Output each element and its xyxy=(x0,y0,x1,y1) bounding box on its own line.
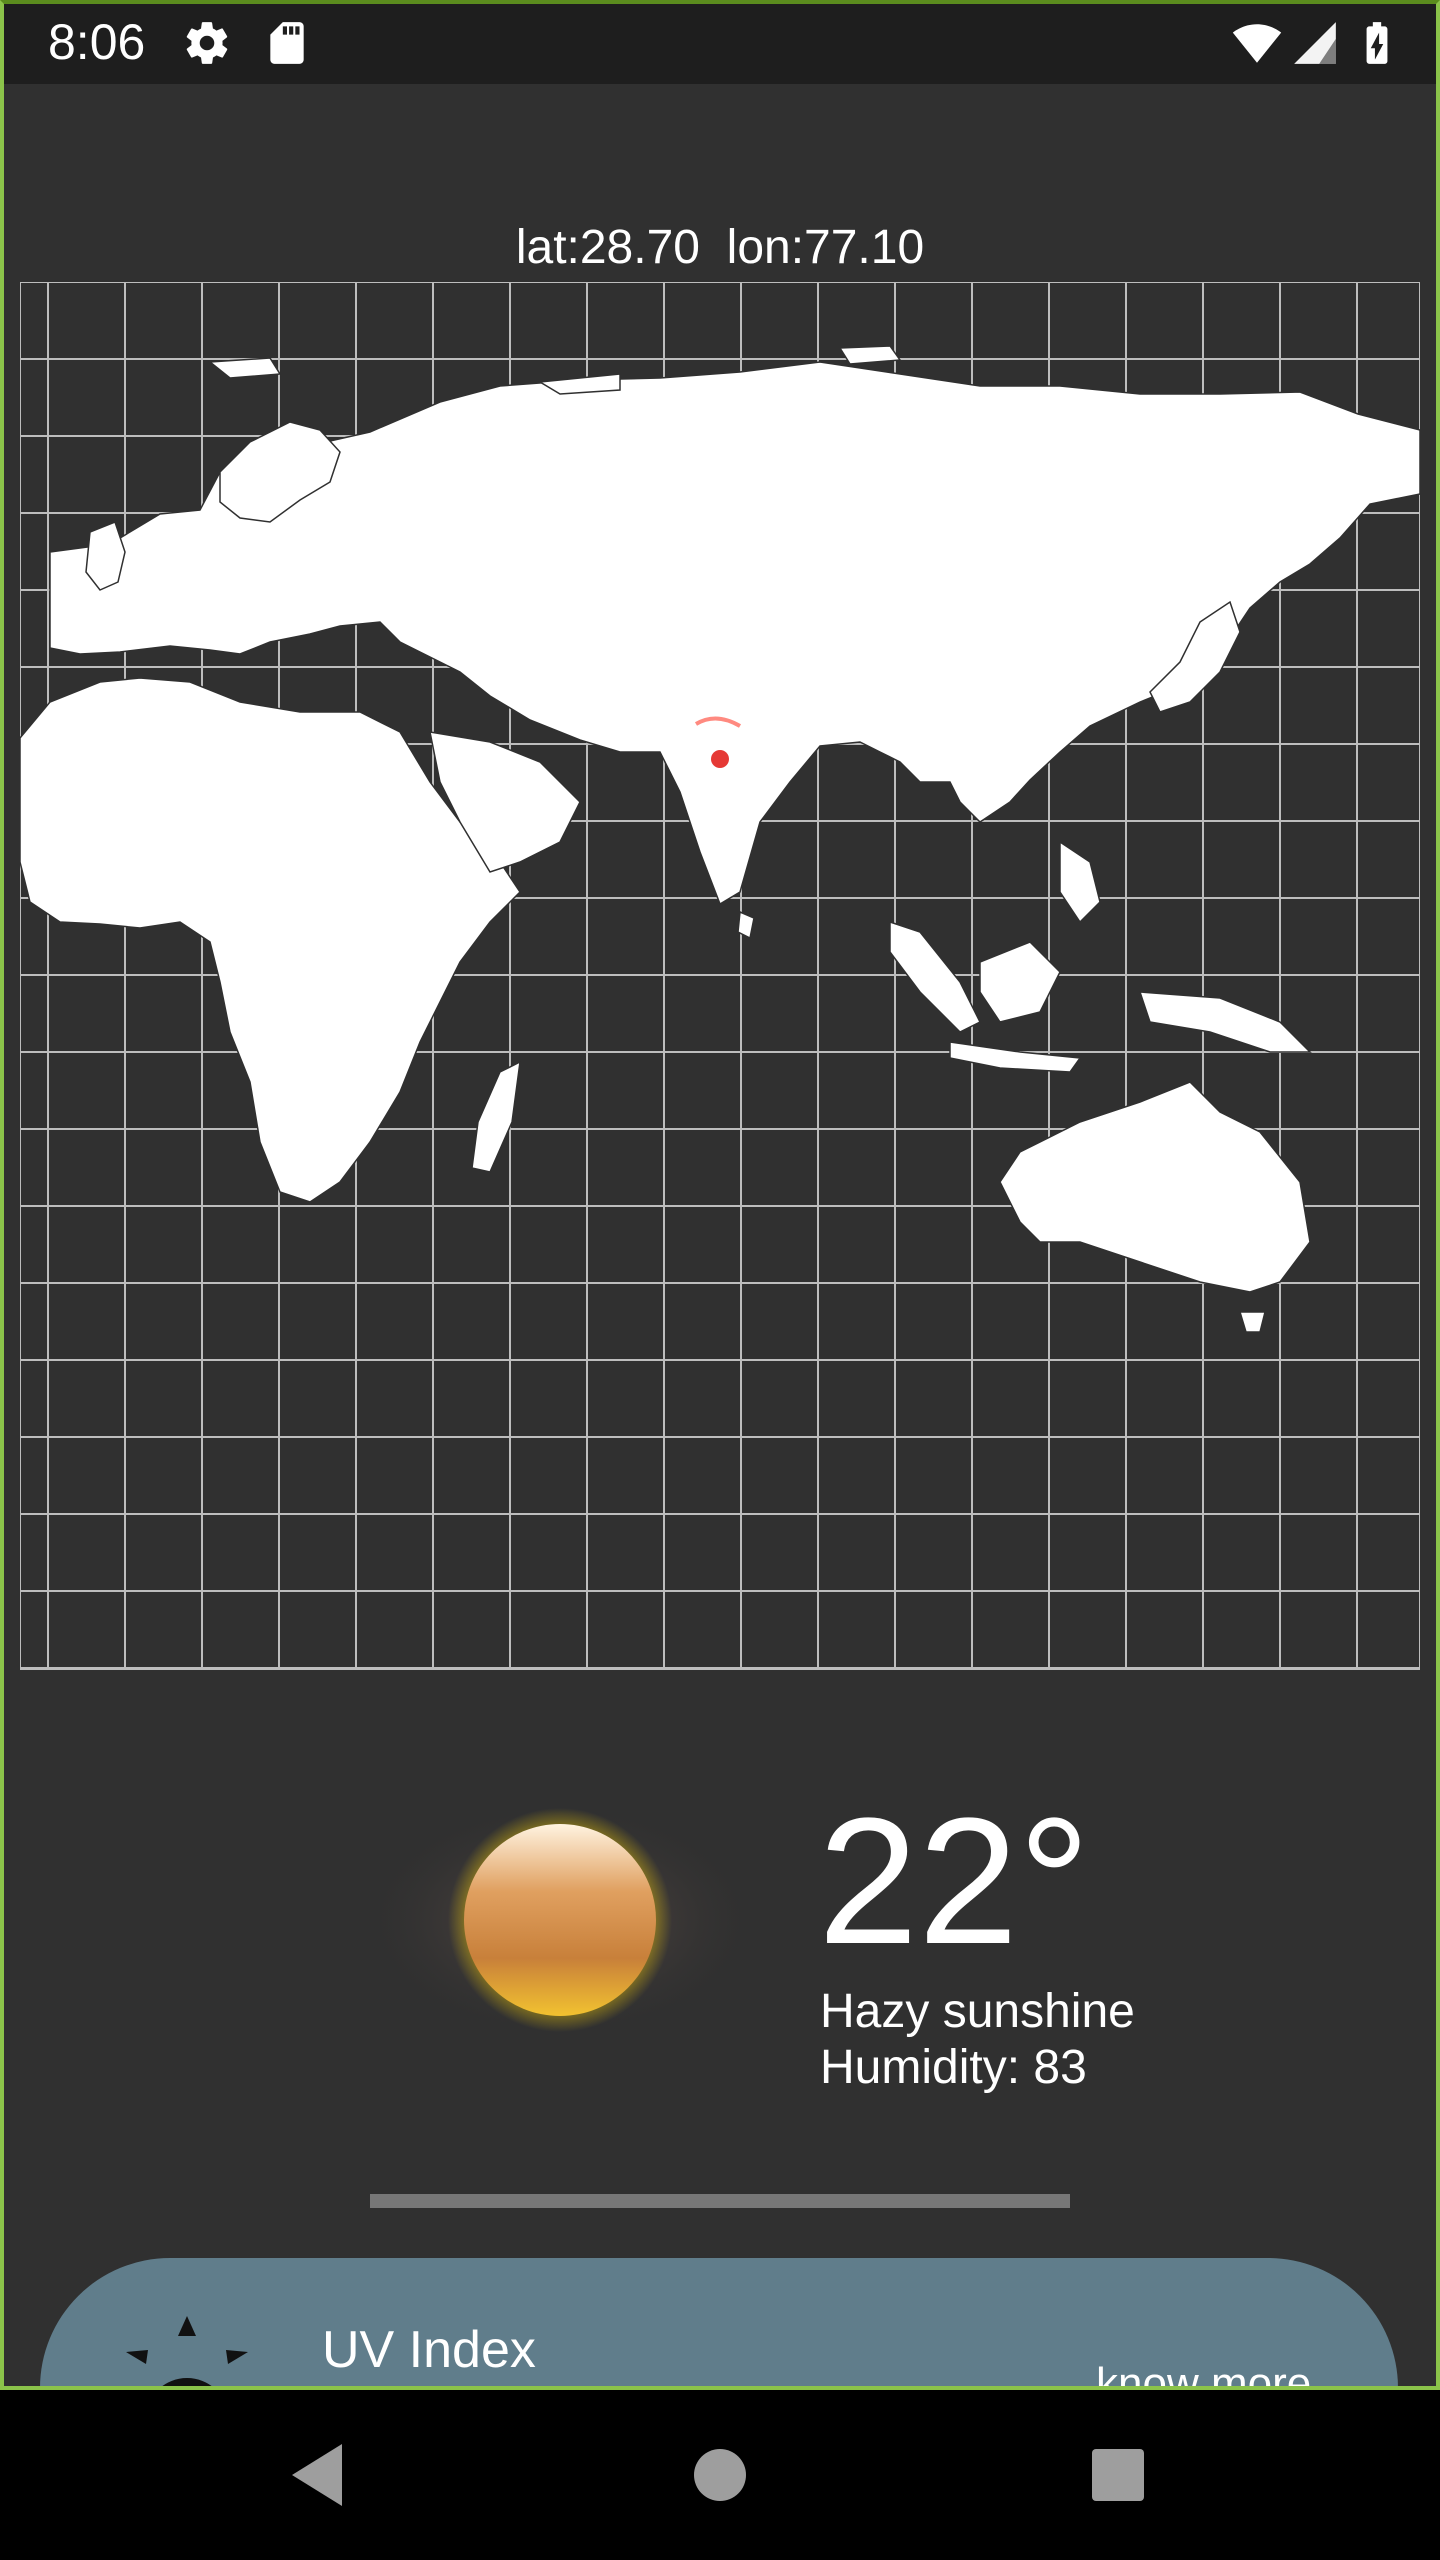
back-icon[interactable] xyxy=(268,2430,368,2520)
screen: 8:06 lat:28.70 lon:77.10 22° Hazy sunshi… xyxy=(0,0,1440,2560)
know-more-link[interactable]: know more xyxy=(1096,2358,1311,2388)
uv-card-title: UV Index xyxy=(322,2321,536,2379)
uv-card-clip: UV Index know more xyxy=(0,0,1440,2388)
navigation-bar xyxy=(0,2390,1440,2560)
uv-index-card[interactable]: UV Index know more xyxy=(40,2258,1398,2388)
recents-icon[interactable] xyxy=(1068,2430,1168,2520)
home-icon[interactable] xyxy=(670,2430,770,2520)
uv-sun-icon xyxy=(126,2316,248,2388)
